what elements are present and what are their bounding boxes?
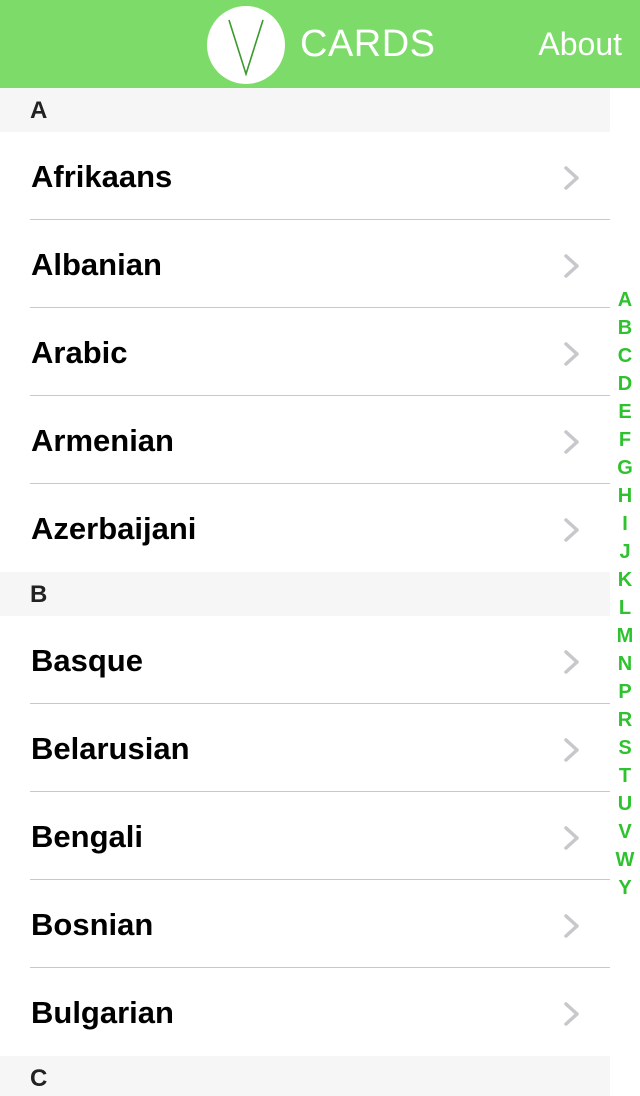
language-list[interactable]: A Afrikaans Albanian Arabic Armenian Azerbaij…	[0, 88, 610, 1096]
index-letter-v[interactable]: V	[610, 818, 640, 846]
index-letter-n[interactable]: N	[610, 650, 640, 678]
language-label: Belarusian	[31, 731, 190, 766]
section-header-label: C	[30, 1065, 48, 1092]
language-row[interactable]: Albanian	[0, 220, 610, 308]
index-letter-a[interactable]: A	[610, 286, 640, 314]
chevron-right-icon	[564, 430, 579, 454]
language-row[interactable]: Bulgarian	[0, 968, 610, 1056]
language-row[interactable]: Arabic	[0, 308, 610, 396]
language-label: Azerbaijani	[31, 511, 197, 546]
index-letter-k[interactable]: K	[610, 566, 640, 594]
chevron-right-icon	[564, 342, 579, 366]
section-header-label: B	[30, 581, 48, 608]
language-label: Basque	[31, 643, 143, 678]
about-button[interactable]: About	[538, 22, 622, 66]
language-row[interactable]: Azerbaijani	[0, 484, 610, 572]
index-letter-p[interactable]: P	[610, 678, 640, 706]
index-letter-e[interactable]: E	[610, 398, 640, 426]
section-header-label: A	[30, 97, 48, 124]
language-row[interactable]: Bengali	[0, 792, 610, 880]
index-letter-r[interactable]: R	[610, 706, 640, 734]
index-letter-m[interactable]: M	[610, 622, 640, 650]
chevron-right-icon	[564, 914, 579, 938]
chevron-right-icon	[564, 254, 579, 278]
index-letter-b[interactable]: B	[610, 314, 640, 342]
index-letter-f[interactable]: F	[610, 426, 640, 454]
language-label: Arabic	[31, 335, 128, 370]
language-label: Afrikaans	[31, 159, 173, 194]
app-title: CARDS	[300, 23, 436, 65]
chevron-right-icon	[564, 518, 579, 542]
section-header-b: B	[0, 572, 610, 616]
chevron-right-icon	[564, 650, 579, 674]
language-row[interactable]: Afrikaans	[0, 132, 610, 220]
index-letter-g[interactable]: G	[610, 454, 640, 482]
language-label: Bengali	[31, 819, 143, 854]
language-row[interactable]: Bosnian	[0, 880, 610, 968]
index-letter-c[interactable]: C	[610, 342, 640, 370]
language-row[interactable]: Armenian	[0, 396, 610, 484]
index-letter-u[interactable]: U	[610, 790, 640, 818]
language-label: Bulgarian	[31, 995, 174, 1030]
index-letter-y[interactable]: Y	[610, 874, 640, 902]
section-header-c: C	[0, 1056, 610, 1096]
index-letter-j[interactable]: J	[610, 538, 640, 566]
index-letter-l[interactable]: L	[610, 594, 640, 622]
language-label: Bosnian	[31, 907, 154, 942]
section-index[interactable]: ABCDEFGHIJKLMNPRSTUVWY	[610, 286, 640, 902]
section-header-a: A	[0, 88, 610, 132]
chevron-right-icon	[564, 738, 579, 762]
language-label: Armenian	[31, 423, 174, 458]
chevron-right-icon	[564, 826, 579, 850]
language-label: Albanian	[31, 247, 162, 282]
chevron-right-icon	[564, 166, 579, 190]
navigation-bar: CARDS About	[0, 0, 640, 88]
language-row[interactable]: Basque	[0, 616, 610, 704]
language-row[interactable]: Belarusian	[0, 704, 610, 792]
index-letter-t[interactable]: T	[610, 762, 640, 790]
index-letter-i[interactable]: I	[610, 510, 640, 538]
index-letter-s[interactable]: S	[610, 734, 640, 762]
index-letter-h[interactable]: H	[610, 482, 640, 510]
v-logo-icon	[207, 6, 285, 84]
index-letter-w[interactable]: W	[610, 846, 640, 874]
chevron-right-icon	[564, 1002, 579, 1026]
index-letter-d[interactable]: D	[610, 370, 640, 398]
